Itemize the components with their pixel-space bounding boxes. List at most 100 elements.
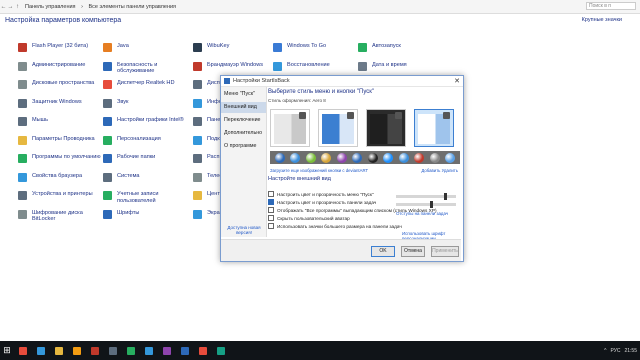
back-button[interactable]: ← <box>0 4 7 10</box>
checkbox[interactable] <box>268 215 274 221</box>
checkbox[interactable] <box>268 223 274 229</box>
appearance-option[interactable]: Скрыть пользовательский аватар <box>268 215 350 221</box>
control-panel-item[interactable]: Flash Player (32 бита) <box>18 43 88 52</box>
taskbar-app-icon[interactable] <box>19 346 27 355</box>
taskbar-app-icon[interactable] <box>73 346 81 355</box>
control-panel-item[interactable]: Дата и время <box>358 61 407 71</box>
control-panel-item[interactable]: Защитник Windows <box>18 98 82 108</box>
control-panel-item[interactable]: Шрифты <box>103 209 139 219</box>
checkbox[interactable] <box>268 199 274 205</box>
control-panel-item[interactable]: Параметры Проводника <box>18 135 95 145</box>
control-panel-item-label: Брандмауэр Windows <box>207 61 264 68</box>
up-button[interactable]: ↑ <box>14 4 21 10</box>
breadcrumb-item[interactable]: Все элементы панели управления <box>88 4 176 10</box>
control-panel-item[interactable]: Система <box>103 172 140 182</box>
view-by-dropdown[interactable]: Крупные значки <box>582 17 622 23</box>
clock[interactable]: 21:55 <box>624 348 637 354</box>
start-button[interactable]: ⊞ <box>0 341 14 360</box>
start-orb-icon[interactable] <box>398 152 409 163</box>
ok-button[interactable]: OK <box>371 246 395 257</box>
control-panel-item[interactable]: Учетные записи пользователей <box>103 191 187 204</box>
sidebar-item[interactable]: Переключение <box>221 115 266 126</box>
add-remove-link[interactable]: Добавить Удалить <box>421 168 458 173</box>
taskbar-indents-link[interactable]: Отступы на панели задач <box>396 211 448 216</box>
style-option[interactable] <box>414 109 454 147</box>
start-orb-icon[interactable] <box>305 152 316 163</box>
appearance-option[interactable]: Настроить цвет и прозрачность меню "Пуск… <box>268 191 374 197</box>
cancel-button[interactable]: Отмена <box>401 246 425 257</box>
taskbar-app-icon[interactable] <box>181 346 189 355</box>
control-panel-item-label: Учетные записи пользователей <box>117 191 159 204</box>
taskbar-app-icon[interactable] <box>91 346 99 355</box>
control-panel-item[interactable]: Расп <box>193 154 219 163</box>
control-panel-item[interactable]: Windows To Go <box>273 43 326 52</box>
start-orb-icon[interactable] <box>352 152 363 163</box>
control-panel-item[interactable]: Автозапуск <box>358 43 401 52</box>
start-orb-icon[interactable] <box>414 152 425 163</box>
taskbar-app-icon[interactable] <box>109 346 117 355</box>
start-orb-icon[interactable] <box>444 152 455 163</box>
breadcrumb-item[interactable]: Панель управления <box>25 4 76 10</box>
language-indicator[interactable]: РУС <box>610 348 620 354</box>
deviantart-link[interactable]: Загрузите еще изображений кнопки с devia… <box>270 168 368 173</box>
style-option[interactable] <box>270 109 310 147</box>
control-panel-item[interactable]: Дисковые пространства <box>18 80 94 89</box>
start-orb-icon[interactable] <box>383 152 394 163</box>
control-panel-item[interactable]: Программы по умолчанию <box>18 154 101 163</box>
control-panel-item[interactable]: WibuKey <box>193 43 229 52</box>
appearance-option[interactable]: Использовать значки большего размера на … <box>268 223 402 229</box>
control-panel-item[interactable]: Экран <box>193 209 223 219</box>
checkbox[interactable] <box>268 207 274 213</box>
slider-thumb[interactable] <box>444 193 448 200</box>
checkbox[interactable] <box>268 191 274 197</box>
control-panel-item[interactable]: Центр <box>193 191 223 200</box>
style-option[interactable] <box>366 109 406 147</box>
taskbar-app-icon[interactable] <box>37 346 45 355</box>
taskbar-app-icon[interactable] <box>55 346 63 355</box>
control-panel-item[interactable]: Настройки графики Intel® <box>103 117 184 126</box>
checkbox-label: Скрыть пользовательский аватар <box>277 215 350 221</box>
forward-button[interactable]: → <box>7 4 14 10</box>
control-panel-item[interactable]: Диспетчер Realtek HD <box>103 80 175 89</box>
taskbar-app-icon[interactable] <box>199 346 207 355</box>
taskbar-app-icon[interactable] <box>127 346 135 355</box>
sidebar-item[interactable]: О программе <box>221 141 266 152</box>
taskbar-app-icon[interactable] <box>217 346 225 355</box>
control-panel-item[interactable]: Java <box>103 43 129 52</box>
start-orb-icon[interactable] <box>321 152 332 163</box>
control-panel-item[interactable]: Администрирование <box>18 61 85 71</box>
control-panel-item[interactable]: Мышь <box>18 117 48 126</box>
sidebar-item[interactable]: Меню "Пуск" <box>221 89 266 100</box>
taskbar-app-icon[interactable] <box>163 346 171 355</box>
new-version-link[interactable]: Доступна новая версия! <box>224 225 264 235</box>
control-panel-item[interactable]: Безопасность и обслуживание <box>103 61 187 75</box>
search-input[interactable]: Поиск в п <box>586 2 636 10</box>
control-panel-item[interactable]: Брандмауэр Windows <box>193 61 264 71</box>
taskbar-opacity-slider[interactable] <box>396 201 456 208</box>
control-panel-item[interactable]: Персонализация <box>103 135 161 145</box>
control-panel-item[interactable]: Инфо <box>193 98 222 108</box>
start-menu-opacity-slider[interactable] <box>396 193 456 200</box>
control-panel-item[interactable]: Устройства и принтеры <box>18 191 93 200</box>
close-icon[interactable]: ✕ <box>451 77 463 85</box>
start-orb-icon[interactable] <box>275 152 285 163</box>
control-panel-item[interactable]: Звук <box>103 98 128 108</box>
control-panel-item[interactable]: Шифрование диска BitLocker <box>18 209 102 223</box>
control-panel-item[interactable]: Рабочие папки <box>103 154 155 163</box>
apply-button[interactable]: Применить <box>431 246 459 257</box>
style-option[interactable] <box>318 109 358 147</box>
tray-overflow-icon[interactable]: ^ <box>604 348 606 354</box>
start-orb-icon[interactable] <box>336 152 347 163</box>
control-panel-item[interactable]: Подк <box>193 135 220 145</box>
control-panel-item[interactable]: Свойства браузера <box>18 172 82 182</box>
appearance-option[interactable]: Настроить цвет и прозрачность панели зад… <box>268 199 376 205</box>
start-orb-icon[interactable] <box>290 152 301 163</box>
sidebar-item[interactable]: Дополнительно <box>221 128 266 139</box>
sidebar-item[interactable]: Внешний вид <box>221 102 266 113</box>
control-panel-item[interactable]: Восстановление <box>273 61 330 71</box>
slider-thumb[interactable] <box>430 201 434 208</box>
breadcrumb[interactable]: Панель управления › Все элементы панели … <box>25 4 180 10</box>
start-orb-icon[interactable] <box>367 152 378 163</box>
start-orb-icon[interactable] <box>429 152 440 163</box>
taskbar-app-icon[interactable] <box>145 346 153 355</box>
